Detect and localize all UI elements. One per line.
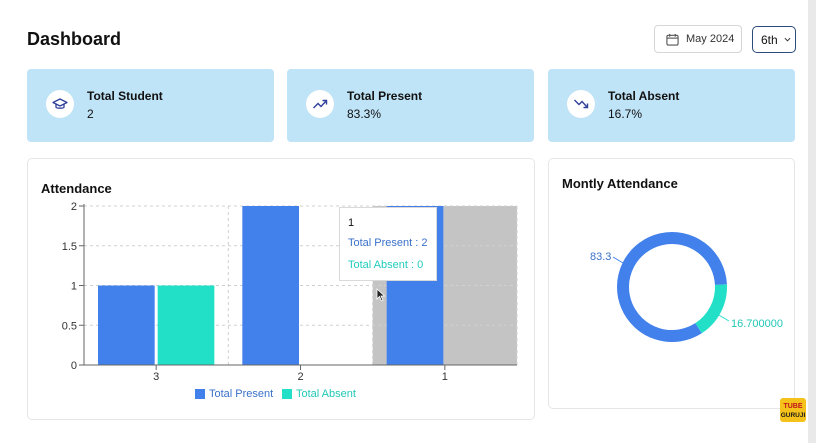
- label-leader-absent: [716, 313, 730, 322]
- dashboard-page: Dashboard May 2024 6th Total Student 2 T…: [0, 0, 808, 443]
- donut-label-absent: 16.700000: [731, 318, 783, 330]
- donut-slice-absent: [695, 284, 727, 334]
- window-edge: [808, 0, 816, 443]
- watermark-logo: TUBE GURUJI: [780, 398, 806, 422]
- donut-label-present: 83.3: [590, 251, 611, 263]
- svg-text:GURUJI: GURUJI: [781, 412, 806, 419]
- monthly-attendance-donut: 83.3 16.700000: [590, 232, 783, 342]
- svg-text:TUBE: TUBE: [783, 403, 802, 410]
